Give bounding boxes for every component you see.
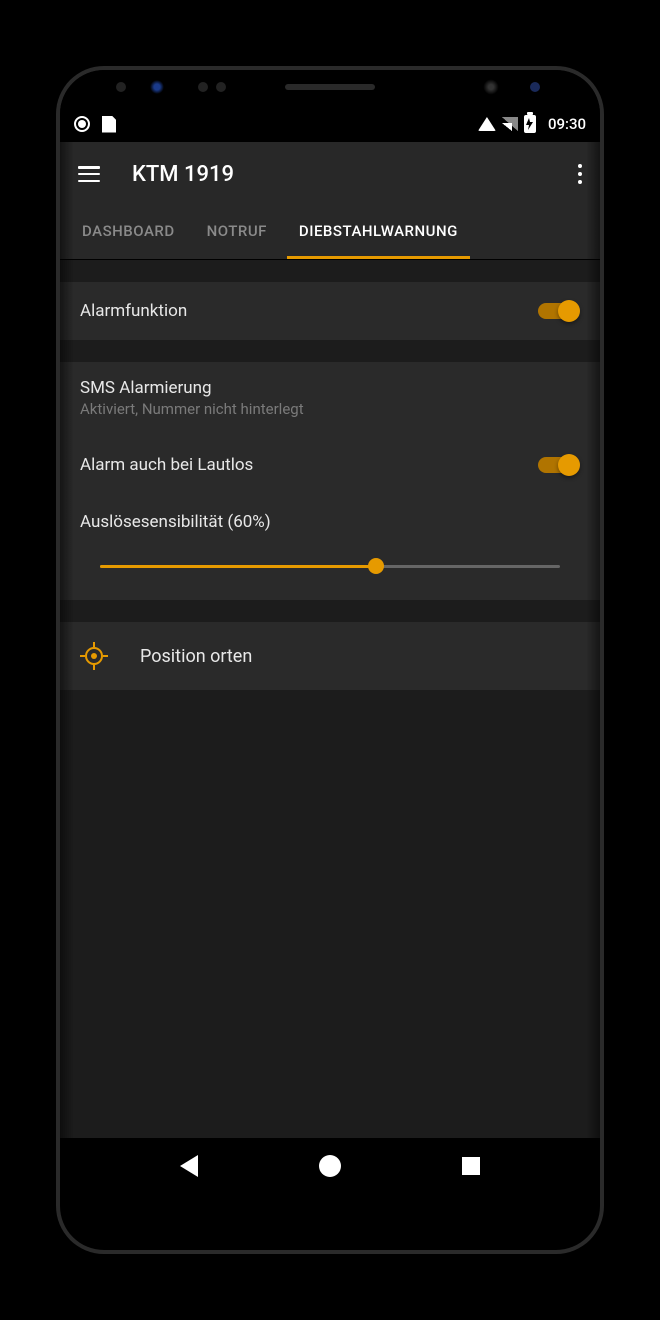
- cell-signal-icon: [502, 117, 518, 131]
- screen: 09:30 KTM 1919 DASHBOARD NOTRUF DIEBSTAH…: [60, 106, 600, 1194]
- overflow-menu-icon[interactable]: [578, 164, 582, 184]
- status-circle-icon: [74, 116, 90, 132]
- battery-charging-icon: [524, 115, 536, 133]
- silent-alarm-label: Alarm auch bei Lautlos: [80, 455, 518, 475]
- sd-card-icon: [102, 116, 116, 133]
- app-title: KTM 1919: [132, 162, 546, 187]
- phone-frame: 09:30 KTM 1919 DASHBOARD NOTRUF DIEBSTAH…: [60, 70, 600, 1250]
- locate-button[interactable]: Position orten: [60, 622, 600, 690]
- nav-back-button[interactable]: [180, 1155, 198, 1177]
- phone-bezel: [60, 70, 600, 106]
- section-locate: Position orten: [60, 622, 600, 690]
- status-bar: 09:30: [60, 106, 600, 142]
- navigation-bar: [60, 1138, 600, 1194]
- tab-dashboard[interactable]: DASHBOARD: [70, 206, 187, 259]
- sensitivity-label: Auslösesensibilität (60%): [80, 512, 580, 532]
- sms-alarm-row[interactable]: SMS Alarmierung Aktiviert, Nummer nicht …: [60, 362, 600, 436]
- alarm-func-row[interactable]: Alarmfunktion: [60, 282, 600, 340]
- crosshair-icon: [80, 642, 108, 670]
- alarm-func-switch[interactable]: [538, 300, 580, 322]
- locate-label: Position orten: [140, 646, 252, 667]
- silent-alarm-switch[interactable]: [538, 454, 580, 476]
- hamburger-icon[interactable]: [78, 166, 100, 182]
- tab-diebstahlwarnung[interactable]: DIEBSTAHLWARNUNG: [287, 206, 470, 259]
- status-clock: 09:30: [548, 115, 586, 133]
- sms-alarm-title: SMS Alarmierung: [80, 378, 212, 398]
- app-bar: KTM 1919: [60, 142, 600, 206]
- wifi-icon: [478, 117, 496, 131]
- sensitivity-slider[interactable]: [100, 558, 560, 574]
- content-area: Alarmfunktion SMS Alarmierung Aktiviert,…: [60, 260, 600, 1138]
- nav-home-button[interactable]: [319, 1155, 341, 1177]
- section-alarm-func: Alarmfunktion: [60, 282, 600, 340]
- tab-notruf[interactable]: NOTRUF: [195, 206, 279, 259]
- alarm-func-label: Alarmfunktion: [80, 301, 518, 321]
- sensitivity-row: Auslösesensibilität (60%): [60, 494, 600, 600]
- silent-alarm-row[interactable]: Alarm auch bei Lautlos: [60, 436, 600, 494]
- section-settings: SMS Alarmierung Aktiviert, Nummer nicht …: [60, 362, 600, 600]
- nav-recent-button[interactable]: [462, 1157, 480, 1175]
- tab-bar: DASHBOARD NOTRUF DIEBSTAHLWARNUNG: [60, 206, 600, 260]
- sms-alarm-subtitle: Aktiviert, Nummer nicht hinterlegt: [80, 400, 304, 418]
